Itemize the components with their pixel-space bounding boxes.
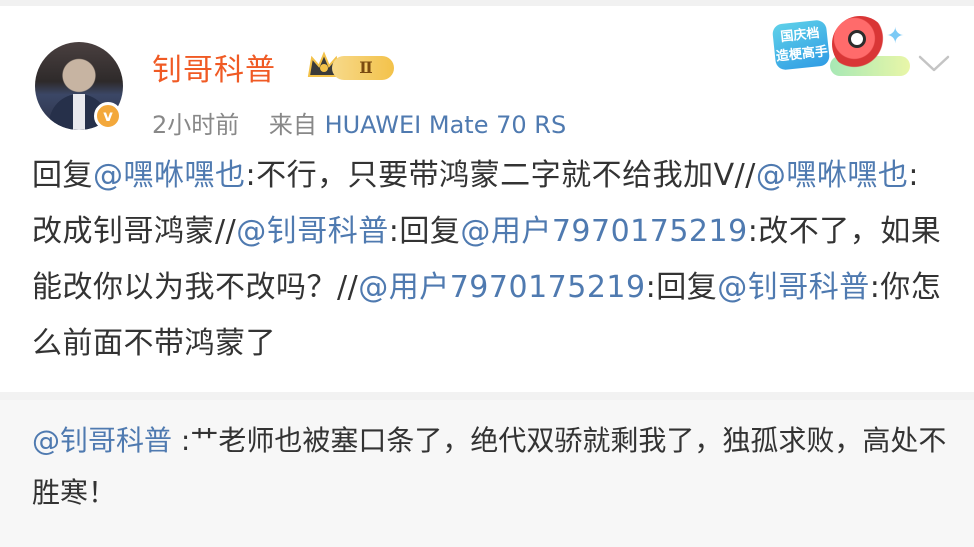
member-rank-badge[interactable]: Ⅱ (306, 50, 396, 86)
body-text-segment: :回复 (645, 270, 718, 305)
campaign-badge[interactable]: ✦ 国庆档 造梗高手 (768, 10, 918, 82)
source-prefix: 来自 (268, 111, 317, 139)
campaign-label: 国庆档 造梗高手 (771, 19, 831, 71)
chevron-down-icon[interactable] (914, 48, 954, 78)
mention-link[interactable]: @用户7970175219 (358, 270, 645, 305)
body-text-segment: :回复 (388, 214, 461, 249)
mention-link[interactable]: @嘿咻嘿也 (93, 158, 246, 193)
mention-link[interactable]: @用户7970175219 (460, 214, 747, 249)
star-icon: ✦ (886, 24, 905, 49)
mention-link[interactable]: @钊哥科普 (236, 214, 389, 249)
mention-link[interactable]: @钊哥科普 (717, 270, 870, 305)
mention-link[interactable]: @嘿咻嘿也 (756, 158, 909, 193)
avatar-shirt (73, 94, 85, 130)
top-divider (0, 0, 974, 6)
section-divider (0, 392, 974, 400)
post-meta: 2小时前 来自 HUAWEI Mate 70 RS (152, 105, 566, 140)
body-text-segment: 回复 (32, 158, 93, 193)
body-text-segment: :不行，只要带鸿蒙二字就不给我加V// (245, 158, 756, 193)
mascot-eye (848, 30, 866, 48)
rank-level: Ⅱ (332, 56, 394, 80)
repost-text: @钊哥科普 :艹老师也被塞口条了，绝代双骄就剩我了，独孤求败，高处不胜寒！ (32, 415, 948, 519)
post-time: 2小时前 (152, 111, 240, 139)
verified-badge-icon: v (94, 102, 122, 130)
source-device[interactable]: HUAWEI Mate 70 RS (325, 111, 567, 139)
repost-author-mention[interactable]: @钊哥科普 (32, 424, 172, 457)
author-name[interactable]: 钊哥科普 (152, 45, 276, 89)
post-body: 回复@嘿咻嘿也:不行，只要带鸿蒙二字就不给我加V//@嘿咻嘿也:改成钊哥鸿蒙//… (32, 148, 948, 372)
